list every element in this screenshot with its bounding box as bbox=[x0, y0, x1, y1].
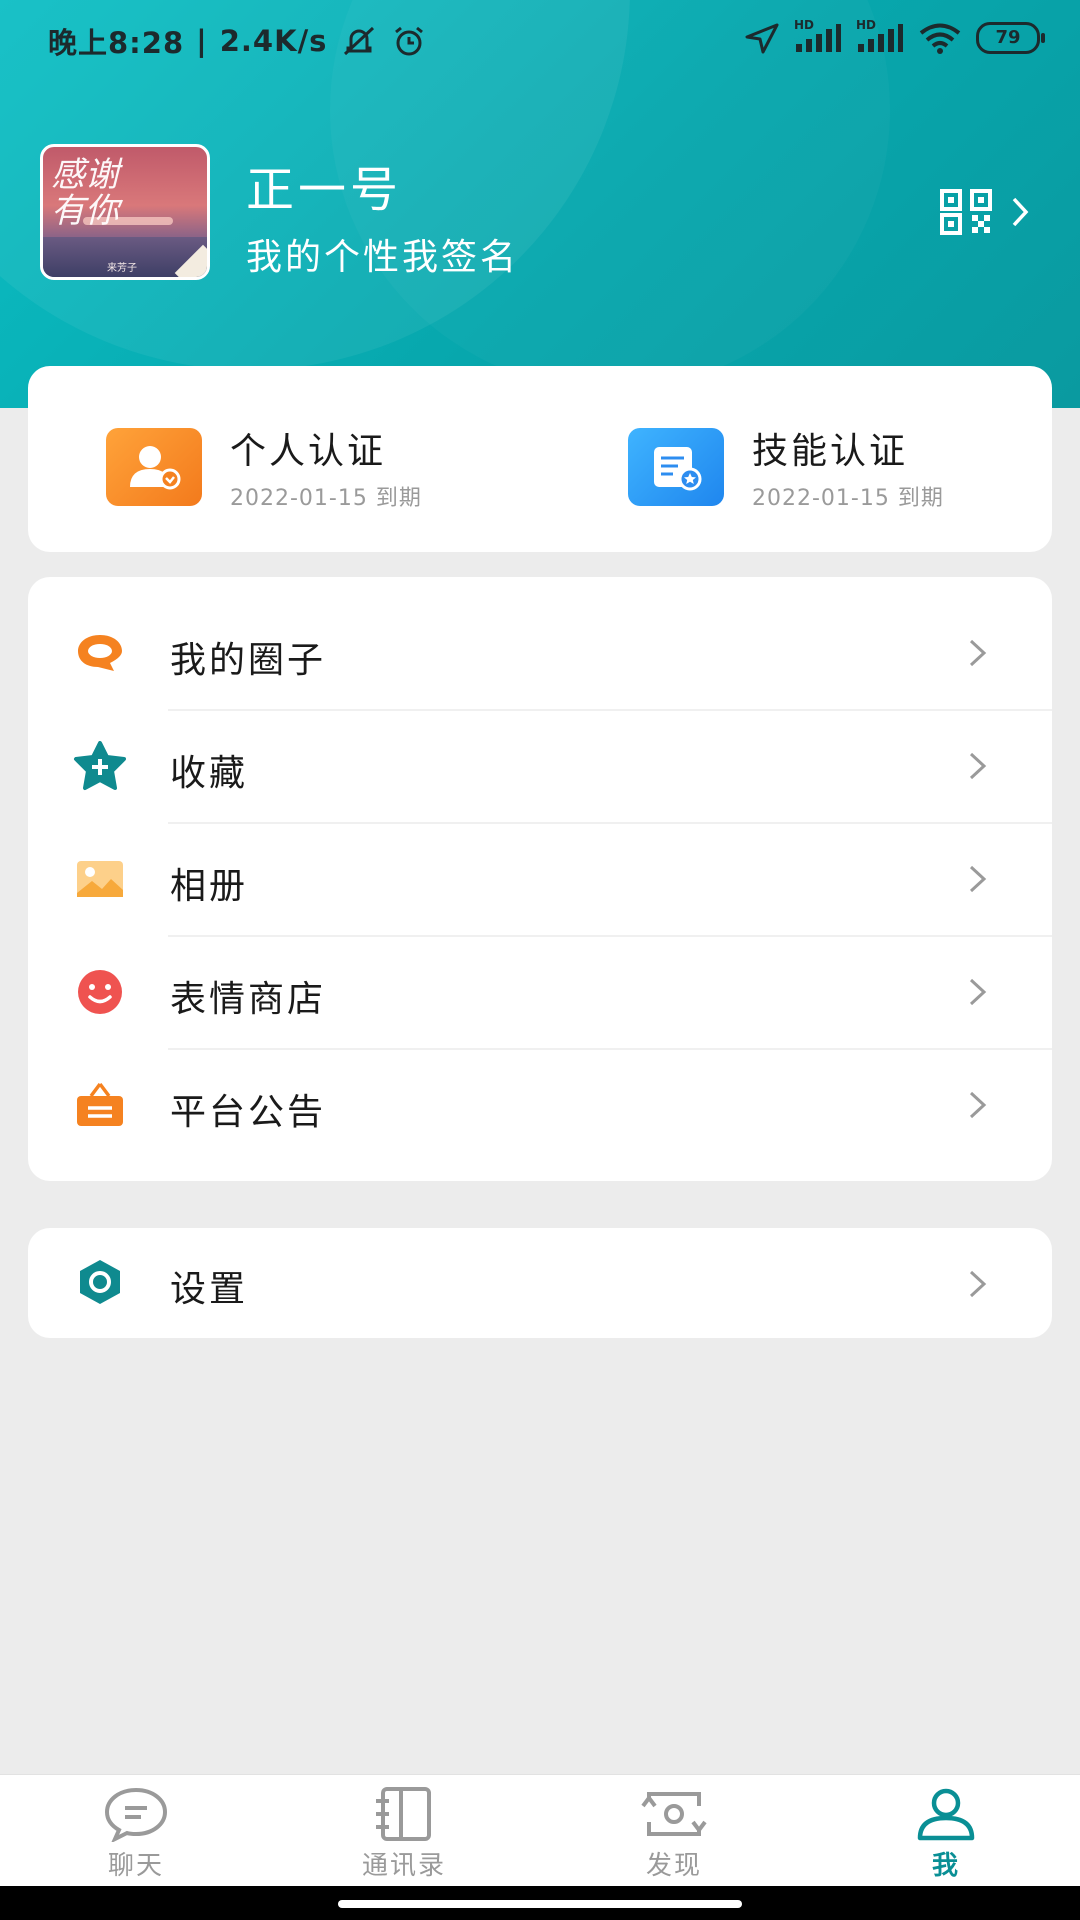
mute-bell-icon bbox=[344, 26, 375, 56]
menu-item-sticker-store[interactable]: 表情商店 bbox=[28, 936, 1052, 1048]
menu-item-my-circle[interactable]: 我的圈子 bbox=[28, 597, 1052, 709]
avatar-caption: 来芳子 bbox=[107, 263, 137, 274]
location-arrow-icon bbox=[745, 23, 779, 54]
certification-card: 个人认证 2022-01-15 到期 技能认证 2022-01-15 到期 bbox=[28, 366, 1052, 552]
chat-bubble-icon bbox=[56, 1783, 216, 1845]
avatar[interactable]: 感谢 有你 来芳子 bbox=[40, 144, 210, 280]
status-separator: | bbox=[196, 24, 208, 58]
tab-label: 我 bbox=[931, 1851, 960, 1881]
menu-item-favorites[interactable]: 收藏 bbox=[28, 710, 1052, 822]
cert-expiry: 2022-01-15 到期 bbox=[752, 486, 944, 511]
tab-chat[interactable]: 聊天 bbox=[56, 1783, 216, 1882]
cert-expiry: 2022-01-15 到期 bbox=[230, 486, 422, 511]
user-signature: 我的个性我签名 bbox=[246, 237, 520, 278]
chevron-right-icon bbox=[969, 1270, 987, 1298]
menu-label: 表情商店 bbox=[170, 979, 327, 1020]
menu-label: 平台公告 bbox=[170, 1092, 327, 1133]
home-indicator[interactable] bbox=[338, 1900, 742, 1908]
status-net-speed: 2.4K/s bbox=[219, 24, 328, 58]
system-gesture-bar bbox=[0, 1886, 1080, 1920]
chevron-right-icon bbox=[969, 865, 987, 893]
menu-label: 相册 bbox=[170, 866, 249, 907]
contacts-book-icon bbox=[324, 1783, 484, 1845]
tab-discover[interactable]: 发现 bbox=[594, 1783, 754, 1882]
menu-card: 我的圈子 收藏 相册 表情商店 平台公告 bbox=[28, 577, 1052, 1181]
discover-icon bbox=[594, 1783, 754, 1845]
chevron-right-icon bbox=[1012, 197, 1029, 227]
star-plus-icon bbox=[72, 741, 128, 790]
tab-label: 聊天 bbox=[107, 1851, 164, 1881]
personal-certification[interactable]: 个人认证 2022-01-15 到期 bbox=[106, 422, 422, 512]
menu-label: 我的圈子 bbox=[170, 640, 327, 681]
qr-code-icon bbox=[940, 189, 992, 235]
menu-item-settings[interactable]: 设置 bbox=[28, 1228, 1052, 1338]
status-time: 晚上8:28 bbox=[48, 26, 185, 60]
status-right: HD HD 79 bbox=[744, 18, 1045, 54]
skill-cert-icon bbox=[628, 428, 724, 506]
cert-title: 技能认证 bbox=[752, 431, 909, 472]
signal-2: HD bbox=[856, 18, 904, 54]
chevron-right-icon bbox=[969, 752, 987, 780]
chevron-right-icon bbox=[969, 1091, 987, 1119]
battery-icon: 79 bbox=[976, 22, 1045, 54]
tab-contacts[interactable]: 通讯录 bbox=[324, 1783, 484, 1882]
status-left: 晚上8:28 | 2.4K/s bbox=[48, 20, 427, 62]
cell-signal-icon bbox=[796, 24, 841, 52]
settings-card: 设置 bbox=[28, 1228, 1052, 1338]
circle-chat-icon bbox=[72, 629, 128, 677]
image-icon bbox=[72, 855, 128, 903]
menu-label: 设置 bbox=[170, 1269, 249, 1310]
personal-cert-icon bbox=[106, 428, 202, 506]
menu-item-announcements[interactable]: 平台公告 bbox=[28, 1049, 1052, 1161]
tab-me[interactable]: 我 bbox=[866, 1783, 1026, 1882]
hexagon-settings-icon bbox=[72, 1258, 128, 1306]
chevron-right-icon bbox=[969, 639, 987, 667]
cert-title: 个人认证 bbox=[230, 431, 387, 472]
avatar-calligraphy: 感谢 有你 bbox=[51, 155, 119, 231]
cell-signal-icon bbox=[858, 24, 903, 52]
menu-item-album[interactable]: 相册 bbox=[28, 823, 1052, 935]
tab-label: 通讯录 bbox=[361, 1851, 446, 1881]
status-bar: 晚上8:28 | 2.4K/s HD HD 79 bbox=[0, 0, 1080, 84]
smiley-icon bbox=[72, 968, 128, 1016]
person-icon bbox=[866, 1783, 1026, 1845]
bottom-navigation: 聊天 通讯录 发现 我 bbox=[0, 1774, 1080, 1887]
user-name: 正一号 bbox=[246, 162, 403, 218]
alarm-clock-icon bbox=[395, 26, 424, 56]
menu-label: 收藏 bbox=[170, 753, 249, 794]
tab-label: 发现 bbox=[645, 1851, 702, 1881]
wifi-icon bbox=[919, 23, 961, 54]
chevron-right-icon bbox=[969, 978, 987, 1006]
skill-certification[interactable]: 技能认证 2022-01-15 到期 bbox=[628, 422, 944, 512]
qr-code-button[interactable] bbox=[940, 184, 1060, 240]
signal-1: HD bbox=[794, 18, 842, 54]
notice-board-icon bbox=[72, 1081, 128, 1129]
